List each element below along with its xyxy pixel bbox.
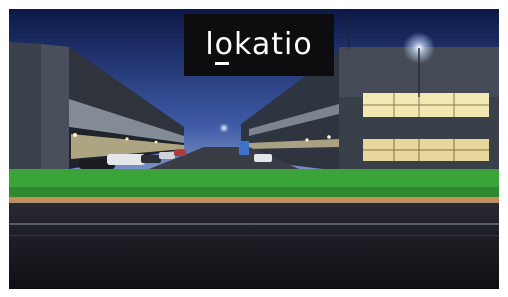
- light-trail-orange: [9, 197, 499, 201]
- logo-underline: [215, 62, 229, 65]
- road: [9, 197, 499, 289]
- logo-text: lokatio: [205, 27, 313, 62]
- road-line: [9, 223, 499, 225]
- logo-badge[interactable]: lokatio: [184, 14, 334, 76]
